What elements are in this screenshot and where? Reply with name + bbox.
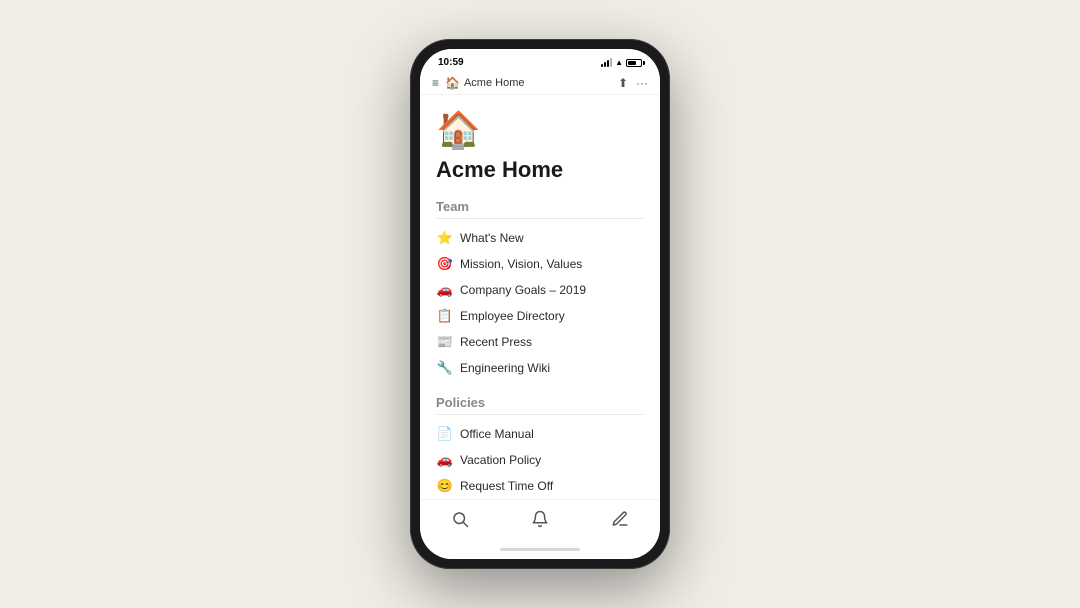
item-emoji: 🚗: [436, 452, 454, 468]
list-item[interactable]: 📋 Employee Directory: [436, 303, 644, 329]
item-emoji: 📰: [436, 334, 454, 350]
signal-icon: [601, 59, 612, 67]
item-label: Vacation Policy: [460, 453, 541, 467]
item-label: Company Goals – 2019: [460, 283, 586, 297]
home-indicator: [420, 539, 660, 559]
section-divider-team: [436, 218, 644, 219]
item-label: Engineering Wiki: [460, 361, 550, 375]
tab-search[interactable]: [435, 508, 485, 535]
tab-notifications[interactable]: [515, 508, 565, 535]
phone-device: 10:59 ▲ ≡ 🏠 Acme Home ⬆ ···: [410, 39, 670, 569]
item-emoji: 🎯: [436, 256, 454, 272]
item-emoji: 😊: [436, 478, 454, 494]
page-title: Acme Home: [436, 157, 644, 183]
section-team: Team ⭐ What's New 🎯 Mission, Vision, Val…: [436, 199, 644, 381]
item-label: Request Time Off: [460, 479, 553, 493]
section-divider-policies: [436, 414, 644, 415]
nav-bar: ≡ 🏠 Acme Home ⬆ ···: [420, 72, 660, 95]
page-emoji: 🏠: [436, 109, 644, 151]
tab-bar: [420, 499, 660, 539]
item-label: Mission, Vision, Values: [460, 257, 582, 271]
item-emoji: 📋: [436, 308, 454, 324]
item-emoji: ⭐: [436, 230, 454, 246]
share-icon[interactable]: ⬆: [618, 76, 628, 90]
item-label: Office Manual: [460, 427, 534, 441]
tab-compose[interactable]: [595, 508, 645, 535]
list-item[interactable]: 😊 Request Time Off: [436, 473, 644, 499]
nav-actions: ⬆ ···: [618, 76, 648, 90]
item-label: Employee Directory: [460, 309, 565, 323]
section-policies-heading: Policies: [436, 395, 644, 410]
item-label: What's New: [460, 231, 524, 245]
content-area: 🏠 Acme Home Team ⭐ What's New 🎯 Mission,…: [420, 95, 660, 499]
battery-icon: [626, 59, 642, 67]
item-emoji: 🔧: [436, 360, 454, 376]
status-time: 10:59: [438, 57, 464, 68]
hamburger-icon[interactable]: ≡: [432, 76, 439, 90]
section-team-heading: Team: [436, 199, 644, 214]
list-item[interactable]: 🚗 Vacation Policy: [436, 447, 644, 473]
list-item[interactable]: ⭐ What's New: [436, 225, 644, 251]
item-emoji: 🚗: [436, 282, 454, 298]
item-label: Recent Press: [460, 335, 532, 349]
list-item[interactable]: 🎯 Mission, Vision, Values: [436, 251, 644, 277]
nav-title-area: 🏠 Acme Home: [445, 76, 618, 90]
list-item[interactable]: 📰 Recent Press: [436, 329, 644, 355]
wifi-icon: ▲: [615, 58, 623, 67]
status-bar: 10:59 ▲: [420, 49, 660, 72]
more-options-icon[interactable]: ···: [636, 76, 648, 90]
list-item[interactable]: 🚗 Company Goals – 2019: [436, 277, 644, 303]
section-policies: Policies 📄 Office Manual 🚗 Vacation Poli…: [436, 395, 644, 499]
status-icons: ▲: [601, 58, 642, 67]
nav-page-emoji: 🏠: [445, 76, 460, 90]
list-item[interactable]: 📄 Office Manual: [436, 421, 644, 447]
phone-screen: 10:59 ▲ ≡ 🏠 Acme Home ⬆ ···: [420, 49, 660, 559]
nav-page-title: Acme Home: [464, 77, 525, 89]
home-bar: [500, 548, 580, 551]
item-emoji: 📄: [436, 426, 454, 442]
list-item[interactable]: 🔧 Engineering Wiki: [436, 355, 644, 381]
